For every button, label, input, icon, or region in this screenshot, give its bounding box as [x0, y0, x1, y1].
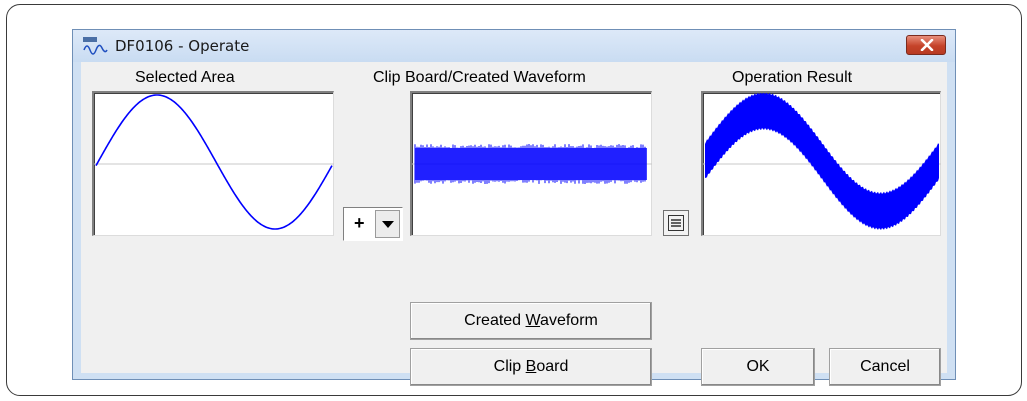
- chevron-down-icon: [382, 221, 394, 228]
- operate-dialog: DF0106 - Operate Selected Area Clip Boar…: [72, 29, 956, 380]
- window-title: DF0106 - Operate: [115, 37, 249, 55]
- clip-board-created-waveform-label: Clip Board/Created Waveform: [373, 69, 586, 87]
- title-bar[interactable]: DF0106 - Operate: [73, 30, 955, 62]
- equals-icon: [668, 215, 684, 231]
- operation-result-label: Operation Result: [732, 69, 852, 87]
- operator-select[interactable]: +: [343, 207, 403, 241]
- ok-button[interactable]: OK: [701, 348, 815, 386]
- clip-board-waveform: [410, 91, 652, 236]
- clip-board-button[interactable]: Clip Board: [410, 348, 652, 386]
- waveform-app-icon: [82, 36, 108, 56]
- created-waveform-button[interactable]: Created Waveform: [410, 302, 652, 340]
- cancel-button[interactable]: Cancel: [829, 348, 941, 386]
- close-button[interactable]: [906, 35, 946, 55]
- selected-area-label: Selected Area: [135, 69, 235, 87]
- close-icon: [920, 39, 934, 51]
- operation-result-waveform: [701, 91, 941, 236]
- operator-dropdown-button[interactable]: [375, 210, 400, 238]
- selected-area-waveform: [92, 91, 334, 236]
- dialog-client-area: Selected Area Clip Board/Created Wavefor…: [81, 62, 947, 373]
- operator-value: +: [354, 213, 365, 234]
- equals-button[interactable]: [663, 210, 689, 236]
